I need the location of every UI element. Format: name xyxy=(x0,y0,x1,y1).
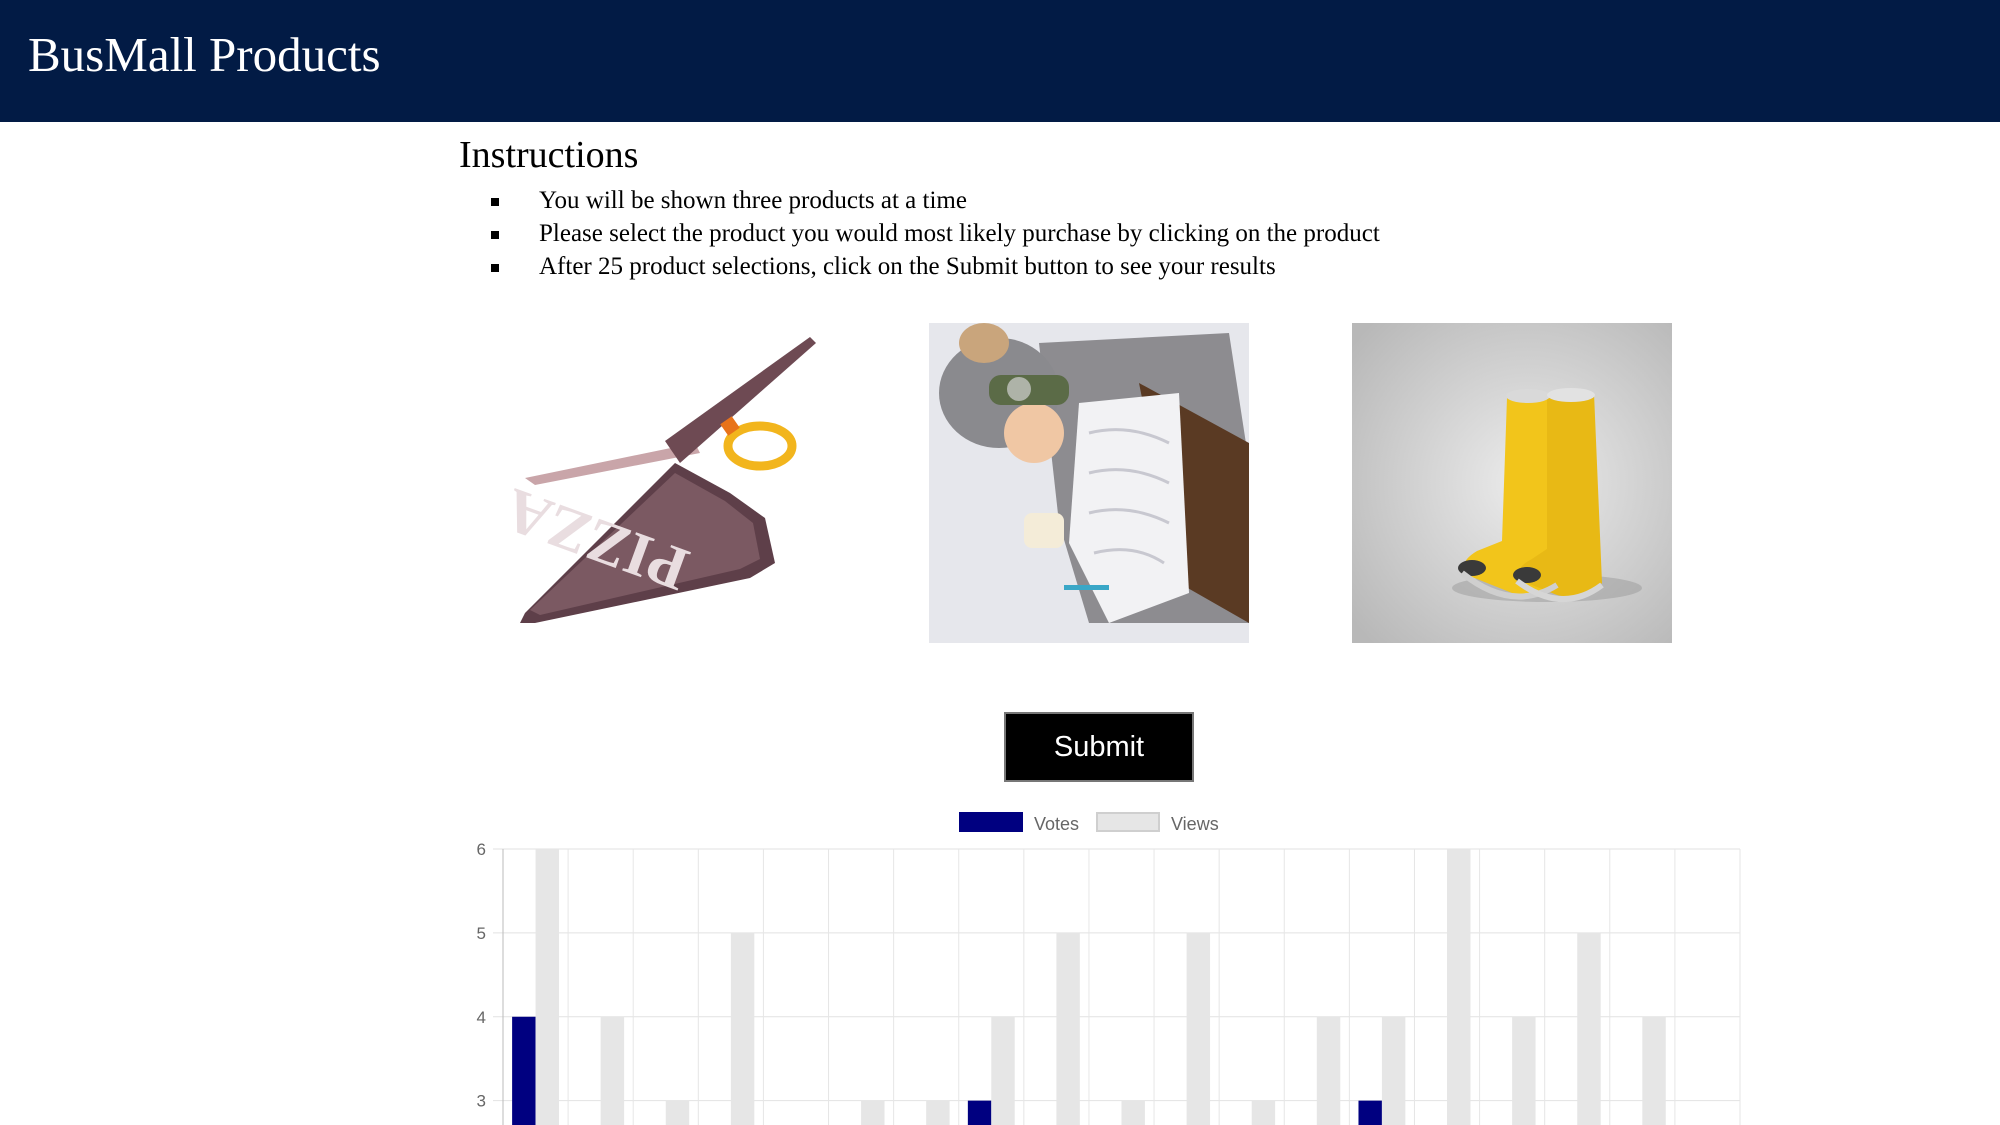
submit-button[interactable]: Submit xyxy=(1004,712,1194,782)
instruction-item: Please select the product you would most… xyxy=(459,217,1380,250)
legend-label: Votes xyxy=(1034,814,1079,834)
instructions-heading: Instructions xyxy=(459,134,639,176)
tauntaun-sleeping-bag-image xyxy=(929,323,1249,643)
instructions-list: You will be shown three products at a ti… xyxy=(459,184,1380,283)
page-title: BusMall Products xyxy=(28,27,381,82)
product-image-right[interactable] xyxy=(1352,323,1672,643)
views-bar xyxy=(1577,932,1601,1125)
views-bar xyxy=(665,1100,690,1125)
views-bar xyxy=(1121,1100,1145,1125)
instructions-section: Instructions You will be shown three pro… xyxy=(459,136,1380,283)
yellow-boots-image xyxy=(1352,323,1672,643)
views-bar xyxy=(991,1016,1015,1125)
votes-bar xyxy=(512,1016,536,1125)
product-image-left[interactable]: PIZZA xyxy=(505,323,825,643)
pizza-scissors-image: PIZZA xyxy=(505,323,825,643)
views-bar xyxy=(1316,1016,1341,1125)
product-image-center[interactable] xyxy=(929,323,1249,643)
instruction-item: After 25 product selections, click on th… xyxy=(459,250,1380,283)
y-tick-label: 6 xyxy=(477,840,486,859)
y-tick-label: 3 xyxy=(477,1092,486,1111)
views-bar xyxy=(861,1100,885,1125)
y-tick-label: 5 xyxy=(477,924,486,943)
views-bar xyxy=(730,932,755,1125)
views-bar xyxy=(926,1100,950,1125)
votes-bar xyxy=(967,1100,992,1125)
page-header: BusMall Products xyxy=(0,0,2000,122)
bar-chart: Votes Views 3 4 5 6 xyxy=(477,812,1741,1125)
views-bar xyxy=(535,849,559,1125)
legend-swatch xyxy=(1096,812,1160,832)
legend-swatch xyxy=(959,812,1023,832)
views-bar xyxy=(1186,932,1211,1125)
instruction-item: You will be shown three products at a ti… xyxy=(459,184,1380,217)
views-bar xyxy=(1056,932,1080,1125)
legend-label: Views xyxy=(1171,814,1219,834)
results-chart: Votes Views 3 4 5 6 xyxy=(460,800,1760,1125)
views-bar xyxy=(1512,1016,1536,1125)
y-tick-label: 4 xyxy=(477,1008,486,1027)
votes-bar xyxy=(1358,1100,1382,1125)
views-bar xyxy=(1381,1016,1406,1125)
views-bar xyxy=(1642,1016,1666,1125)
views-bar xyxy=(1447,849,1471,1125)
views-bar xyxy=(1251,1100,1276,1125)
views-bar xyxy=(600,1016,625,1125)
